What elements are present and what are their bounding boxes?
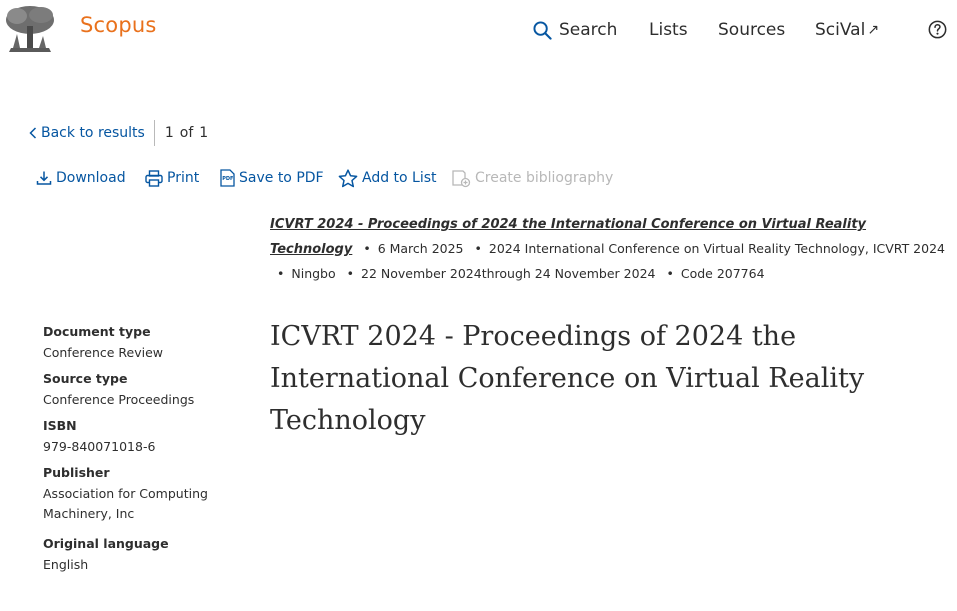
nav-sources[interactable]: Sources: [718, 18, 785, 42]
meta-label: Document type: [43, 324, 151, 339]
download-button[interactable]: Download: [36, 166, 126, 190]
meta-value: Conference Proceedings: [43, 392, 195, 407]
save-to-pdf-button[interactable]: PDF Save to PDF: [220, 166, 324, 190]
meta-label: ISBN: [43, 418, 77, 433]
nav-search-label: Search: [559, 20, 618, 40]
print-button[interactable]: Print: [145, 166, 199, 190]
create-bibliography-button: Create bibliography: [452, 166, 613, 190]
bibliography-icon: [452, 169, 471, 187]
star-icon: [338, 168, 358, 187]
meta-value: Association for Computing Machinery, Inc: [43, 486, 208, 521]
separator-dot: •: [363, 241, 371, 256]
meta-label: Publisher: [43, 465, 110, 480]
scopus-brand[interactable]: Scopus: [80, 13, 157, 37]
meta-item-source-type: Source type Conference Proceedings: [43, 371, 243, 410]
download-icon: [36, 171, 52, 185]
add-to-list-button[interactable]: Add to List: [338, 166, 437, 190]
separator-dot: •: [346, 266, 354, 281]
back-to-results-link[interactable]: Back to results: [29, 125, 145, 141]
meta-value: English: [43, 557, 89, 572]
total-results: 1: [199, 125, 209, 141]
results-navigation: Back to results 1 of 1: [29, 120, 214, 146]
external-link-icon: ↗: [867, 22, 880, 38]
save-to-pdf-label: Save to PDF: [239, 170, 324, 186]
add-to-list-label: Add to List: [362, 170, 437, 186]
source-info: ICVRT 2024 - Proceedings of 2024 the Int…: [270, 212, 950, 286]
separator-dot: •: [666, 266, 674, 281]
divider: [153, 120, 155, 146]
conference-code: Code 207764: [680, 266, 765, 281]
print-label: Print: [167, 170, 200, 186]
separator-dot: •: [277, 266, 285, 281]
publication-date: 6 March 2025: [377, 241, 464, 256]
meta-item-publisher: Publisher Association for Computing Mach…: [43, 465, 243, 524]
nav-scival-label: SciVal: [815, 20, 866, 40]
search-icon: [533, 20, 552, 40]
nav-scival[interactable]: SciVal ↗: [815, 18, 879, 42]
printer-icon: [145, 169, 163, 187]
pdf-icon: PDF: [220, 169, 235, 187]
download-label: Download: [56, 170, 126, 186]
create-bibliography-label: Create bibliography: [475, 170, 614, 186]
meta-item-document-type: Document type Conference Review: [43, 324, 243, 363]
document-metadata: Document type Conference Review Source t…: [43, 324, 243, 575]
chevron-left-icon: [29, 127, 37, 139]
nav-lists[interactable]: Lists: [649, 18, 688, 42]
meta-value: 979-840071018-6: [43, 439, 156, 454]
document-title: ICVRT 2024 - Proceedings of 2024 the Int…: [270, 321, 865, 436]
current-result: 1: [164, 125, 174, 141]
meta-value: Conference Review: [43, 345, 164, 360]
svg-text:PDF: PDF: [222, 176, 233, 182]
elsevier-tree-logo[interactable]: [3, 4, 57, 54]
conference-name: 2024 International Conference on Virtual…: [488, 241, 945, 256]
meta-label: Original language: [43, 536, 169, 551]
help-icon[interactable]: [928, 20, 947, 39]
back-to-results-label: Back to results: [41, 125, 145, 141]
meta-item-isbn: ISBN 979-840071018-6: [43, 418, 243, 457]
conference-location: Ningbo: [291, 266, 336, 281]
separator-dot: •: [474, 241, 482, 256]
conference-dates: 22 November 2024through 24 November 2024: [361, 266, 656, 281]
nav-search[interactable]: Search: [533, 18, 617, 42]
meta-label: Source type: [43, 371, 128, 386]
pager-of: of: [179, 125, 194, 141]
meta-item-original-language: Original language English: [43, 536, 243, 575]
result-pager: 1 of 1: [165, 125, 214, 141]
